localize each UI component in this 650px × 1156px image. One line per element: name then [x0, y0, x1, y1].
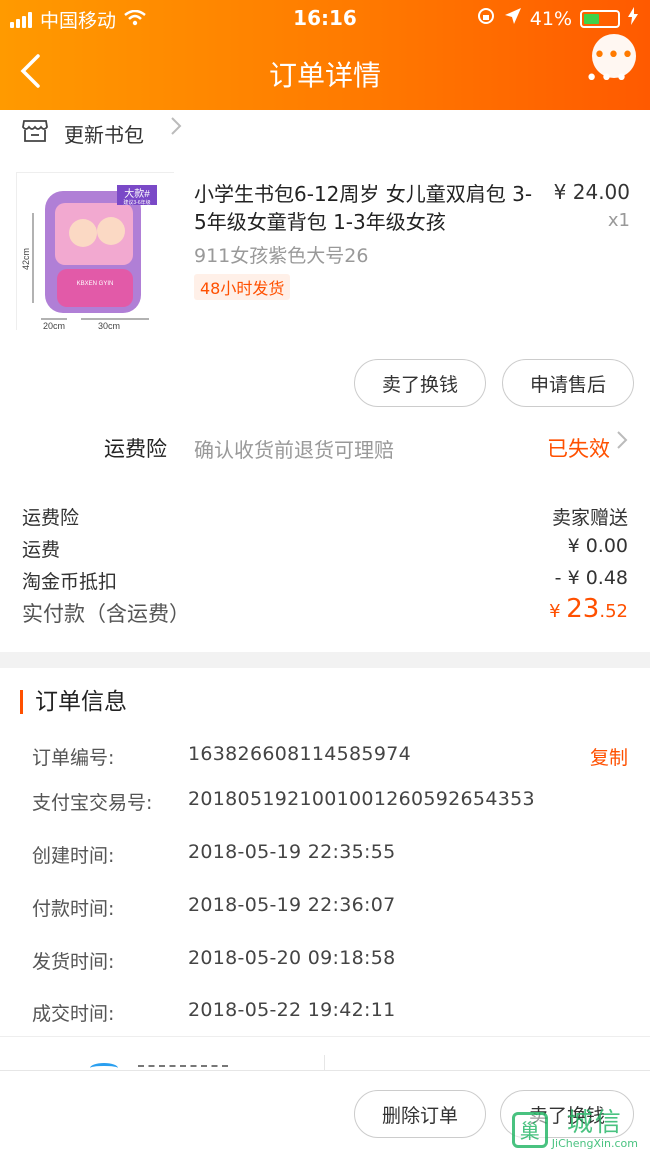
page-title: 订单详情 [268, 59, 381, 92]
fee-value: 卖家赠送 [551, 507, 628, 529]
location-icon [504, 7, 522, 30]
paid-label: 实付款（含运费） [22, 602, 190, 626]
image-dim-depth: 20cm [43, 321, 65, 331]
fee-label: 运费险 [22, 507, 80, 529]
fee-value: - ¥ 0.48 [554, 567, 628, 589]
watermark: 巢 城信 JiChengXin.com [511, 1108, 638, 1150]
fee-value: ¥ 0.00 [567, 535, 628, 557]
order-info-title: 订单信息 [20, 690, 127, 714]
info-row: 订单编号: 163826608114585974 复制 [32, 743, 628, 770]
info-value: 2018-05-19 22:36:07 [188, 894, 396, 916]
fee-row: 运费 ¥ 0.00 [22, 535, 628, 562]
product-title[interactable]: 小学生书包6-12周岁 女儿童双肩包 3-5年级女童背包 1-3年级女孩 [194, 180, 539, 236]
rotation-lock-icon [476, 6, 496, 31]
image-bag-text: KBXEN GYIN [77, 281, 114, 287]
watermark-logo: 巢 [511, 1111, 548, 1148]
header-bar: 中国移动 16:16 41% 订单详情 ••• ••• [0, 0, 650, 110]
info-value: 2018-05-22 19:42:11 [188, 999, 396, 1021]
image-badge: 大款# [124, 187, 150, 200]
info-label: 付款时间: [32, 898, 115, 920]
battery-percent: 41% [529, 7, 572, 30]
menu-dots-icon: ••• [585, 66, 630, 91]
paid-row: 实付款（含运费） ¥ 23.52 [22, 594, 628, 628]
navigation-bar: 订单详情 ••• ••• [0, 34, 650, 108]
info-row: 付款时间: 2018-05-19 22:36:07 [32, 894, 628, 921]
insurance-desc: 确认收货前退货可理赔 [194, 438, 394, 462]
paid-integer: 23 [566, 594, 600, 624]
status-bar: 中国移动 16:16 41% [0, 0, 650, 36]
image-badge-sub: 建议3-6年级 [123, 199, 150, 206]
delete-order-button[interactable]: 删除订单 [354, 1090, 486, 1138]
fee-row: 淘金币抵扣 - ¥ 0.48 [22, 567, 628, 594]
insurance-label: 运费险 [104, 437, 167, 461]
info-value: 2018051921001001260592654353 [188, 788, 535, 810]
after-sale-button[interactable]: 申请售后 [502, 359, 634, 407]
image-dim-height: 42cm [21, 248, 31, 270]
more-dots-icon: ••• [593, 43, 635, 68]
info-value: 2018-05-20 09:18:58 [188, 947, 396, 969]
shop-row[interactable]: 更新书包 [0, 110, 650, 156]
fee-row: 运费险 卖家赠送 [22, 503, 628, 530]
info-row: 创建时间: 2018-05-19 22:35:55 [32, 841, 628, 868]
product-image[interactable]: 大款# 建议3-6年级 KBXEN GYIN 42cm 20cm 30cm [16, 172, 175, 331]
watermark-text: 城信 [566, 1108, 623, 1138]
info-row: 成交时间: 2018-05-22 19:42:11 [32, 999, 628, 1026]
product-sku: 911女孩紫色大号26 [194, 245, 369, 267]
image-dim-width: 30cm [98, 321, 120, 331]
copy-button[interactable]: 复制 [590, 743, 628, 770]
info-row: 支付宝交易号: 2018051921001001260592654353 [32, 788, 628, 815]
fee-label: 淘金币抵扣 [22, 571, 118, 593]
info-label: 支付宝交易号: [32, 792, 153, 814]
info-label: 订单编号: [32, 747, 115, 769]
paid-amount: ¥ 23.52 [549, 594, 628, 624]
product-quantity: x1 [607, 210, 630, 231]
info-value: 163826608114585974 [188, 743, 411, 765]
info-label: 创建时间: [32, 845, 115, 867]
chevron-right-icon [170, 116, 182, 142]
paid-decimal: .52 [599, 601, 628, 622]
watermark-url: JiChengXin.com [551, 1137, 638, 1150]
sell-button[interactable]: 卖了换钱 [354, 359, 486, 407]
paid-currency: ¥ [549, 601, 567, 622]
chevron-right-icon [616, 430, 628, 456]
insurance-status: 已失效 [547, 437, 610, 461]
shipping-tag: 48小时发货 [194, 274, 291, 300]
contact-row[interactable] [0, 1036, 650, 1075]
info-value: 2018-05-19 22:35:55 [188, 841, 396, 863]
info-label: 发货时间: [32, 951, 115, 973]
store-icon [22, 119, 48, 147]
info-label: 成交时间: [32, 1003, 115, 1025]
shop-name: 更新书包 [64, 123, 144, 147]
info-row: 发货时间: 2018-05-20 09:18:58 [32, 947, 628, 974]
fee-label: 运费 [22, 539, 61, 561]
section-divider [0, 652, 650, 668]
battery-icon [580, 9, 620, 28]
product-price: ¥ 24.00 [553, 180, 630, 204]
charging-icon [628, 7, 638, 30]
